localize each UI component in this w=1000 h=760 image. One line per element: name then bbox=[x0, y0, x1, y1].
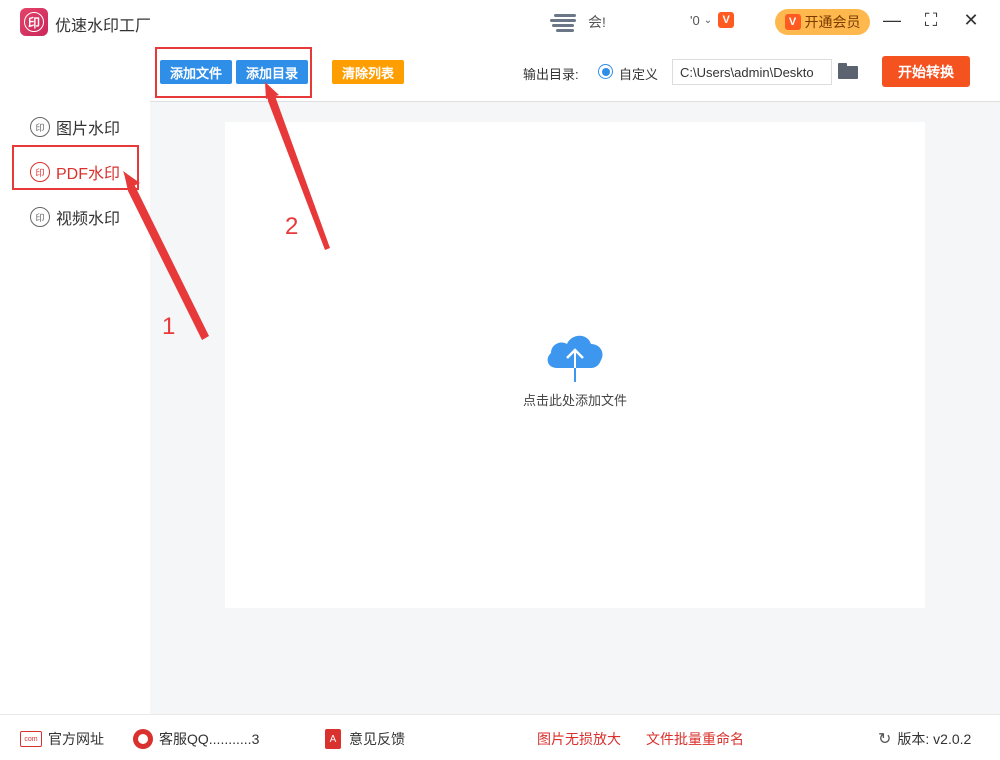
vip-badge-icon: V bbox=[718, 12, 735, 28]
open-vip-button[interactable]: V 开通会员 bbox=[775, 9, 870, 35]
user-name: 会! bbox=[588, 14, 606, 30]
image-lossless-enlarge-link[interactable]: 图片无损放大 bbox=[537, 729, 621, 749]
version-info: ↻ 版本: v2.0.2 bbox=[878, 729, 971, 749]
footer: com 官方网址 客服QQ...........3 A 意见反馈 图片无损放大 … bbox=[0, 714, 1000, 760]
website-icon: com bbox=[20, 731, 42, 747]
feedback-link[interactable]: A 意见反馈 bbox=[325, 729, 405, 749]
cloud-upload-icon bbox=[547, 335, 603, 382]
drop-hint-text: 点击此处添加文件 bbox=[522, 393, 627, 408]
version-label: 版本: v2.0.2 bbox=[897, 731, 972, 747]
custom-output-radio[interactable] bbox=[598, 64, 613, 79]
title-bar: 印 优速水印工厂 会! '0 ⌄ V V 开通会员 — ⛶ ✕ bbox=[0, 0, 1000, 44]
clear-list-button[interactable]: 清除列表 bbox=[332, 60, 404, 84]
watermark-icon: 印 bbox=[30, 162, 50, 182]
folder-icon[interactable] bbox=[838, 63, 858, 79]
user-logo-icon bbox=[550, 10, 580, 34]
feedback-label: 意见反馈 bbox=[349, 731, 405, 747]
customer-service-qq-link[interactable]: 客服QQ...........3 bbox=[133, 729, 259, 749]
output-path-input[interactable] bbox=[672, 59, 832, 85]
sidebar-item-label: 图片水印 bbox=[56, 121, 121, 138]
sidebar-item-video-watermark[interactable]: 印 视频水印 bbox=[30, 204, 120, 230]
toolbar: 添加文件 添加目录 清除列表 输出目录: 自定义 开始转换 bbox=[150, 44, 1000, 102]
qq-icon bbox=[133, 729, 153, 749]
minimize-button[interactable]: — bbox=[880, 10, 904, 31]
file-drop-area[interactable]: 点击此处添加文件 bbox=[225, 122, 925, 608]
customer-service-label: 客服QQ...........3 bbox=[159, 731, 260, 747]
add-file-button[interactable]: 添加文件 bbox=[160, 60, 232, 84]
chevron-down-icon: ⌄ bbox=[703, 14, 713, 26]
sidebar-item-label: 视频水印 bbox=[56, 211, 121, 228]
sidebar: 印 图片水印 印 PDF水印 印 视频水印 bbox=[0, 44, 150, 714]
sidebar-item-image-watermark[interactable]: 印 图片水印 bbox=[30, 114, 120, 140]
app-logo-icon: 印 bbox=[20, 8, 48, 36]
vip-icon: V bbox=[784, 14, 801, 30]
open-vip-label: 开通会员 bbox=[804, 14, 861, 30]
watermark-icon: 印 bbox=[30, 117, 50, 137]
main-panel: 添加文件 添加目录 清除列表 输出目录: 自定义 开始转换 点击此处添加文件 bbox=[150, 44, 1000, 714]
close-button[interactable]: ✕ bbox=[959, 10, 983, 31]
account-count: '0 bbox=[690, 12, 700, 28]
account-dropdown[interactable]: '0 ⌄ V bbox=[690, 12, 735, 28]
app-logo-glyph: 印 bbox=[24, 12, 44, 32]
official-site-link[interactable]: com 官方网址 bbox=[20, 729, 104, 749]
feedback-icon: A bbox=[325, 729, 341, 749]
refresh-icon: ↻ bbox=[878, 731, 892, 748]
watermark-icon: 印 bbox=[30, 207, 50, 227]
sidebar-item-label: PDF水印 bbox=[56, 166, 121, 183]
sidebar-item-pdf-watermark[interactable]: 印 PDF水印 bbox=[30, 159, 120, 185]
maximize-button[interactable]: ⛶ bbox=[919, 10, 943, 31]
start-convert-button[interactable]: 开始转换 bbox=[882, 56, 970, 87]
output-dir-label: 输出目录: bbox=[523, 67, 579, 82]
add-directory-button[interactable]: 添加目录 bbox=[236, 60, 308, 84]
custom-output-label: 自定义 bbox=[619, 67, 659, 82]
user-account[interactable]: 会! bbox=[550, 10, 606, 34]
batch-rename-link[interactable]: 文件批量重命名 bbox=[646, 729, 744, 749]
app-title: 优速水印工厂 bbox=[55, 18, 152, 35]
official-site-label: 官方网址 bbox=[48, 731, 104, 747]
